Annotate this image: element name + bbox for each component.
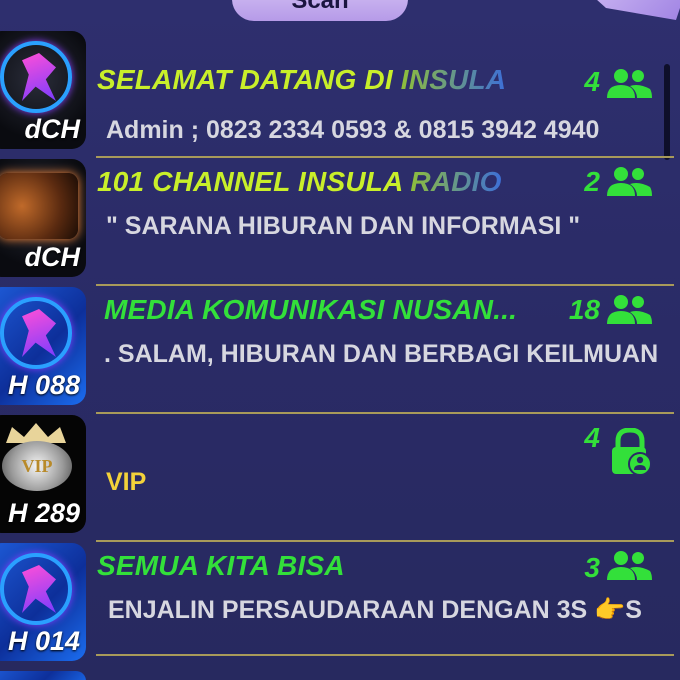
room-thumbnail: VIP H 289: [0, 415, 86, 533]
member-count: 2: [584, 166, 600, 197]
room-description: VIP: [106, 468, 147, 496]
divider: [96, 654, 674, 656]
room-title-main: 101 CHANNEL INSULA: [97, 166, 411, 197]
room-code: H 088: [7, 370, 80, 400]
room-title-main: MEDIA KOMUNIKASI NUSAN...: [104, 294, 518, 325]
room-item[interactable]: H 014 SEMUA KITA BISA 3 ENJALIN PERSAUDA…: [0, 542, 680, 670]
room-thumbnail: H 014: [0, 543, 86, 661]
vip-badge-icon: VIP: [2, 441, 72, 491]
room-title: MEDIA KOMUNIKASI NUSAN...: [104, 294, 517, 326]
people-icon: [607, 69, 652, 98]
crown-icon: [6, 423, 66, 443]
room-item[interactable]: VIP H 289 4 VIP: [0, 414, 680, 542]
room-code: H 014: [7, 626, 80, 656]
member-count: 18: [568, 294, 600, 325]
scrollbar[interactable]: [664, 64, 670, 160]
corner-arrow-icon[interactable]: [586, 0, 680, 20]
room-description: . SALAM, HIBURAN DAN BERBAGI KEILMUAN: [104, 340, 659, 368]
member-count: 3: [584, 552, 600, 583]
lock-user-icon: [612, 428, 652, 476]
room-thumbnail: [0, 671, 86, 680]
room-title-main: SELAMAT DATANG DI: [97, 64, 401, 95]
room-description: Admin ; 0823 2334 0593 & 0815 3942 4940: [106, 116, 600, 144]
room-title: SEMUA KITA BISA: [97, 550, 345, 582]
room-title: 101 CHANNEL INSULA RADIO: [97, 166, 502, 198]
room-item[interactable]: H 088 MEDIA KOMUNIKASI NUSAN... 18 . SAL…: [0, 286, 680, 414]
scan-button[interactable]: Scan: [232, 0, 408, 21]
room-item[interactable]: dCH SELAMAT DATANG DI INSULA 4 Admin ; 0…: [0, 30, 680, 160]
radio-icon: [0, 173, 78, 239]
room-thumbnail: H 088: [0, 287, 86, 405]
room-description: " SARANA HIBURAN DAN INFORMASI ": [106, 212, 581, 240]
people-icon: [607, 295, 652, 324]
room-title: SELAMAT DATANG DI INSULA: [97, 64, 506, 96]
room-code: dCH: [24, 242, 81, 272]
member-count: 4: [584, 422, 600, 453]
room-thumbnail: dCH: [0, 159, 86, 277]
room-title-fade: INSULA: [400, 64, 507, 95]
room-code: dCH: [24, 114, 81, 144]
member-count: 4: [584, 66, 600, 97]
room-item-partial[interactable]: [0, 670, 680, 680]
room-thumbnail: dCH: [0, 31, 86, 149]
room-title-fade: RADIO: [410, 166, 502, 197]
room-title-main: SEMUA KITA BISA: [97, 550, 345, 581]
people-icon: [607, 167, 652, 196]
room-code: H 289: [7, 498, 80, 528]
room-description: ENJALIN PERSAUDARAAN DENGAN 3S 👉S: [108, 596, 642, 624]
room-item[interactable]: dCH 101 CHANNEL INSULA RADIO 2 " SARANA …: [0, 158, 680, 286]
people-icon: [607, 551, 652, 580]
